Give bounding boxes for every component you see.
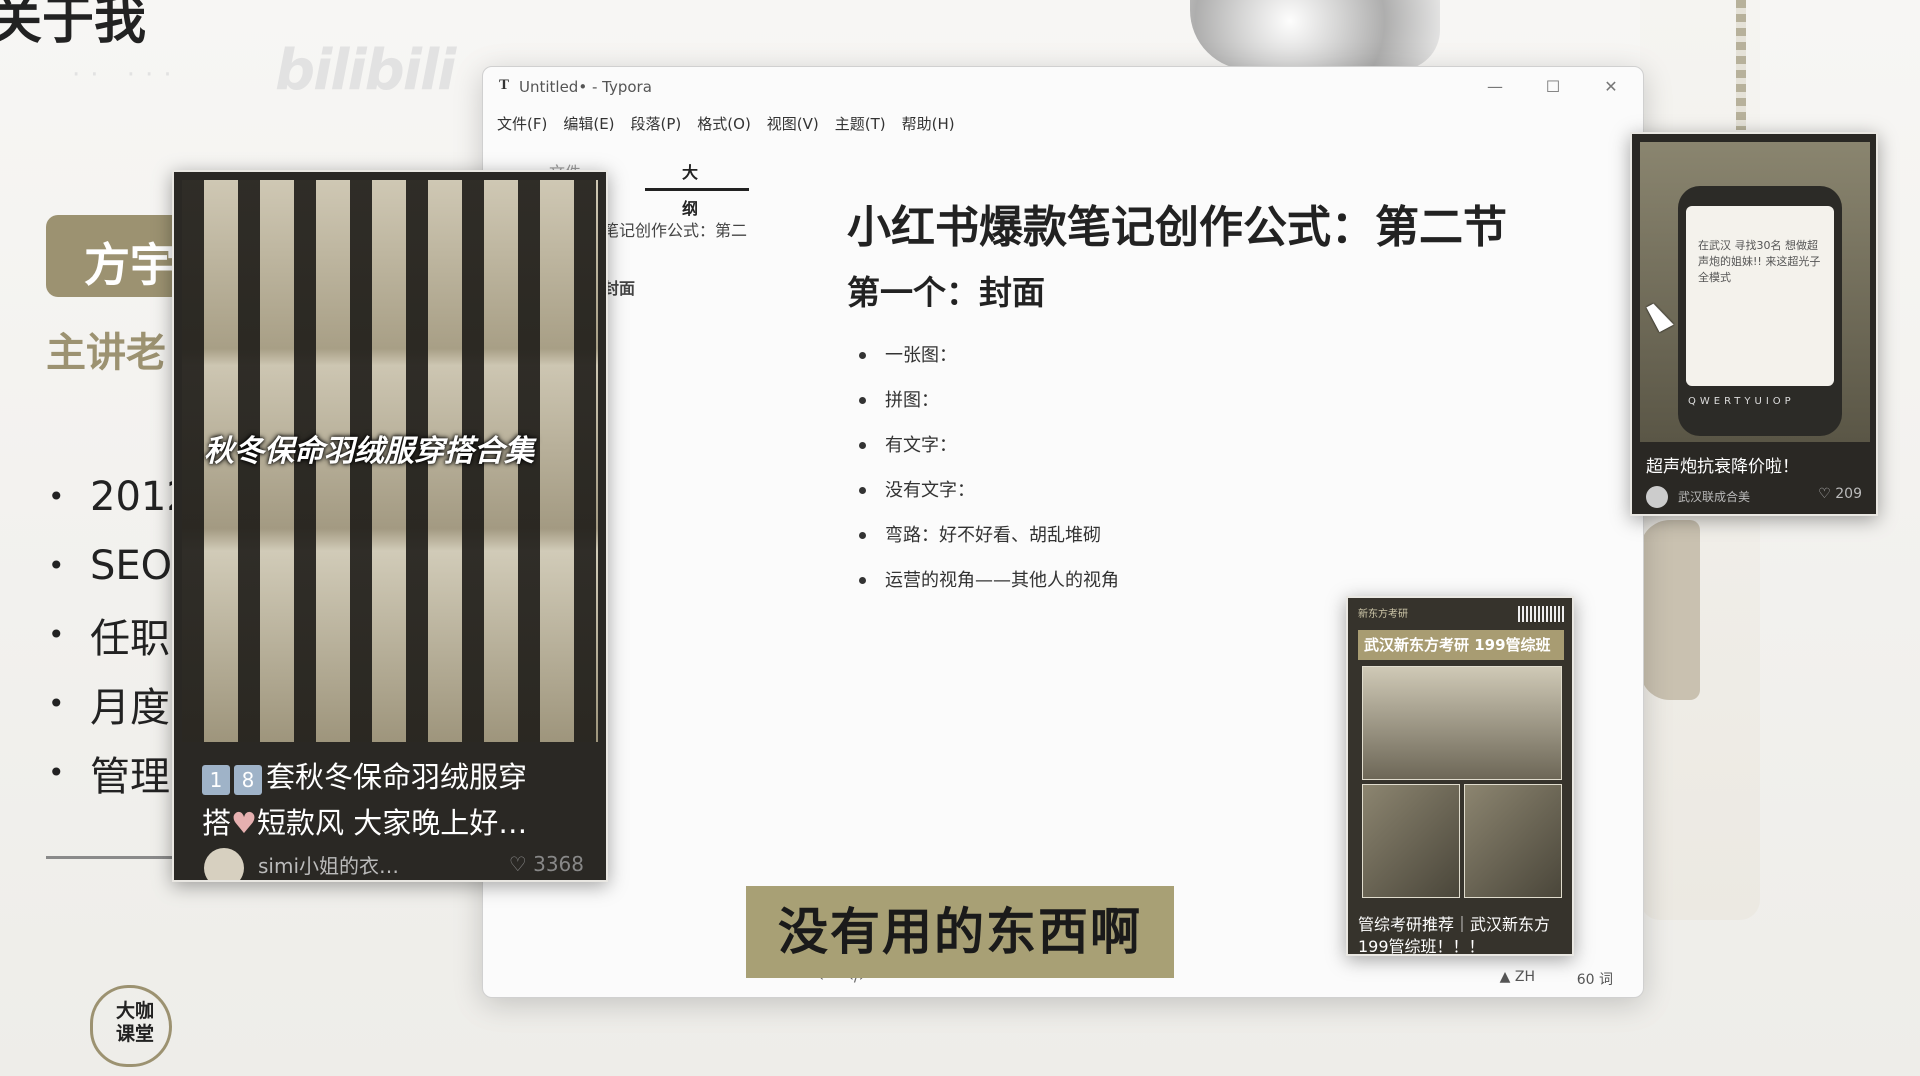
cover-overlay-text: 秋冬保命羽绒服穿搭合集 — [204, 434, 534, 469]
presenter-label: 主讲老 — [46, 330, 166, 376]
typora-logo-icon: T — [499, 77, 510, 93]
avatar — [204, 848, 244, 880]
outline-item-h1[interactable]: 笔记创作公式：第二 — [603, 217, 747, 241]
status-lang[interactable]: ▲ ZH — [1500, 969, 1535, 985]
menu-theme[interactable]: 主题(T) — [827, 109, 894, 139]
menu-paragraph[interactable]: 段落(P) — [623, 109, 690, 139]
like-count[interactable]: ♡ 3368 — [509, 852, 584, 876]
menu-file[interactable]: 文件(F) — [489, 109, 555, 139]
title-bar: T Untitled• - Typora — ☐ ✕ — [483, 67, 1643, 107]
note-meta: simi小姐的衣… ♡ 3368 — [204, 848, 584, 880]
decorative-photo — [1190, 0, 1440, 70]
note-title: 1 8 套秋冬保命羽绒服穿 搭♥短款风 大家晚上好… — [202, 760, 528, 840]
menu-bar: 文件(F) 编辑(E) 段落(P) 格式(O) 视图(V) 主题(T) 帮助(H… — [489, 109, 963, 139]
classroom-photo — [1362, 666, 1562, 780]
author-name: simi小姐的衣… — [258, 854, 400, 878]
slide-bullet: • 2012 — [48, 473, 192, 520]
maximize-button[interactable]: ☐ — [1533, 73, 1573, 101]
list-item: 弯路：好不好看、胡乱堆砌 — [859, 513, 1607, 558]
editor-content[interactable]: 小红书爆款笔记创作公式：第二节 第一个：封面 一张图： 拼图： 有文字： 没有文… — [847, 187, 1607, 603]
slide-bullet: • 管理 — [48, 753, 170, 800]
heart-icon: ♡ — [1818, 486, 1836, 502]
note-title: 管综考研推荐｜武汉新东方199管综班！！！ — [1358, 915, 1551, 956]
list-item: 拼图： — [859, 378, 1607, 423]
avatar — [1646, 486, 1668, 508]
name-badge: 方宇 — [46, 215, 186, 297]
doc-heading-2: 第一个：封面 — [847, 273, 1045, 312]
watermark-dots: ·· ··· — [72, 60, 182, 90]
barcode-icon — [1518, 606, 1564, 622]
classroom-photo — [1464, 784, 1562, 898]
phone-screen: 在武汉 寻找30名 想做超声炮的姐妹!! 来这超光子全模式 — [1686, 206, 1834, 386]
slide-bullet: • 月度 — [48, 684, 170, 731]
classroom-photos — [1362, 666, 1562, 898]
menu-format[interactable]: 格式(O) — [689, 109, 759, 139]
ad-banner: 武汉新东方考研 199管综班 — [1358, 630, 1564, 660]
heart-emoji-icon: ♥ — [231, 806, 258, 840]
number-badge: 8 — [234, 765, 262, 795]
close-button[interactable]: ✕ — [1591, 73, 1631, 101]
classroom-photo — [1362, 784, 1460, 898]
slide-bullet: • SEO — [48, 542, 173, 589]
phone-mockup: 在武汉 寻找30名 想做超声炮的姐妹!! 来这超光子全模式 QWERTYUIOP — [1678, 186, 1842, 436]
slide-heading: 关于我 — [0, 0, 147, 51]
phone-keyboard: QWERTYUIOP — [1688, 396, 1795, 407]
decorative-figure — [1640, 520, 1700, 700]
warning-icon: ▲ — [1499, 969, 1511, 985]
dakaketang-logo: 大咖课堂 — [90, 985, 172, 1067]
list-item: 一张图： — [859, 333, 1607, 378]
phone-photo: 在武汉 寻找30名 想做超声炮的姐妹!! 来这超光子全模式 QWERTYUIOP — [1640, 142, 1870, 442]
window-title: Untitled• - Typora — [519, 78, 652, 96]
word-count[interactable]: 60 词 — [1577, 969, 1613, 989]
slide-bullet-list: • 2012 • SEO • 任职 • 月度 • 管理 — [48, 462, 192, 807]
doc-heading-1: 小红书爆款笔记创作公式：第二节 — [847, 202, 1507, 253]
name-badge-text: 方宇 — [84, 238, 176, 292]
slide-divider — [46, 856, 176, 859]
tab-outline[interactable]: 大纲 — [645, 155, 749, 218]
video-subtitle: 没有用的东西啊 — [746, 886, 1174, 978]
list-item: 没有文字： — [859, 468, 1607, 513]
author-name: 武汉联成合美 — [1678, 490, 1751, 504]
number-badge: 1 — [202, 765, 230, 795]
note-title: 超声炮抗衰降价啦！ — [1646, 457, 1799, 477]
note-card-main[interactable]: 秋冬保命羽绒服穿搭合集 1 8 套秋冬保命羽绒服穿 搭♥短款风 大家晚上好… simi… — [172, 170, 608, 882]
list-item: 有文字： — [859, 423, 1607, 468]
heart-icon: ♡ — [508, 852, 534, 876]
phone-note-text: 在武汉 寻找30名 想做超声炮的姐妹!! 来这超光子全模式 — [1698, 239, 1821, 284]
note-card-ad[interactable]: 新东方考研 武汉新东方考研 199管综班 管综考研推荐｜武汉新东方199管综班！… — [1346, 596, 1574, 956]
menu-edit[interactable]: 编辑(E) — [555, 109, 622, 139]
bilibili-watermark: bilibili — [275, 38, 456, 103]
menu-help[interactable]: 帮助(H) — [894, 109, 963, 139]
doc-bullet-list: 一张图： 拼图： 有文字： 没有文字： 弯路：好不好看、胡乱堆砌 运营的视角——… — [859, 333, 1607, 603]
decorative-stripe — [1736, 0, 1746, 130]
menu-view[interactable]: 视图(V) — [759, 109, 827, 139]
minimize-button[interactable]: — — [1475, 73, 1515, 101]
slide-bullet: • 任职 — [48, 615, 170, 662]
like-count[interactable]: ♡ 209 — [1818, 486, 1862, 502]
